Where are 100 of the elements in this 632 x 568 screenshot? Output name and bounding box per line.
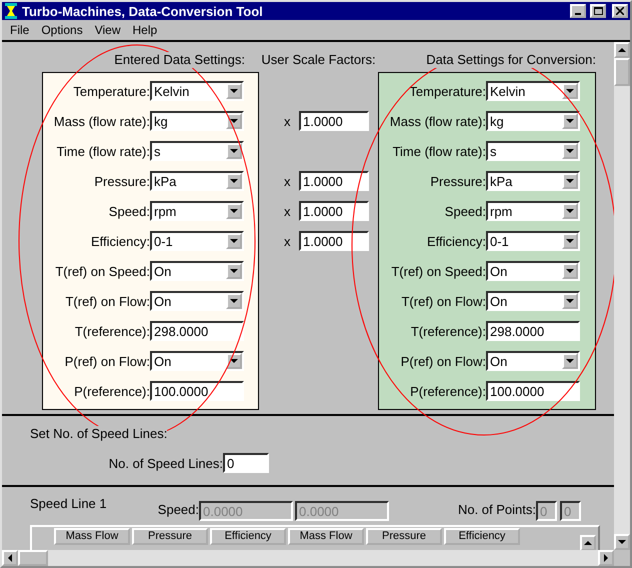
close-icon	[616, 7, 624, 15]
caret-icon	[230, 87, 238, 95]
multiply-sign: x	[284, 204, 292, 218]
field-label: Efficiency:	[426, 234, 486, 248]
caret-icon	[230, 237, 238, 245]
caret-icon	[566, 207, 574, 215]
panel-heading: Entered Data Settings:	[114, 52, 245, 68]
column-header[interactable]: Mass Flow	[288, 528, 364, 545]
maximize-button[interactable]	[590, 4, 606, 18]
field-label: T(reference):	[74, 324, 150, 338]
unit-dropdown[interactable]: On	[150, 291, 244, 311]
field-label: Speed:	[156, 501, 199, 517]
unit-dropdown[interactable]: kPa	[486, 171, 580, 191]
dropdown-button[interactable]	[226, 293, 242, 309]
field-label: P(ref) on Flow:	[400, 354, 486, 368]
speed-lines-field[interactable]: 0	[223, 453, 269, 473]
minimize-button[interactable]	[570, 4, 586, 18]
scroll-thumb[interactable]	[614, 58, 630, 86]
menu-item[interactable]: Help	[126, 23, 164, 37]
caret-icon	[230, 297, 238, 305]
dropdown-button[interactable]	[226, 173, 242, 189]
field-label: T(ref) on Flow:	[400, 294, 486, 308]
section-heading: Set No. of Speed Lines:	[30, 426, 168, 441]
dropdown-button[interactable]	[226, 203, 242, 219]
column-header[interactable]: Efficiency	[444, 528, 520, 545]
field-label: T(ref) on Speed:	[54, 264, 150, 278]
field-label: Temperature:	[72, 84, 150, 98]
field-label: Efficiency:	[90, 234, 150, 248]
unit-dropdown[interactable]: On	[486, 291, 580, 311]
dropdown-button[interactable]	[562, 263, 578, 279]
value-field[interactable]: 298.0000	[486, 321, 580, 341]
scroll-right-button[interactable]	[598, 550, 614, 566]
down-arrow-icon	[618, 538, 626, 546]
field-label: P(reference):	[409, 384, 486, 398]
column-header[interactable]: Pressure	[132, 528, 208, 545]
scale-factor-field[interactable]: 1.0000	[299, 231, 369, 251]
unit-dropdown[interactable]: On	[486, 261, 580, 281]
dropdown-button[interactable]	[226, 233, 242, 249]
multiply-sign: x	[284, 114, 292, 128]
unit-dropdown[interactable]: rpm	[150, 201, 244, 221]
caret-icon	[566, 87, 574, 95]
unit-dropdown[interactable]: 0-1	[150, 231, 244, 251]
column-header[interactable]: Mass Flow	[54, 528, 130, 545]
value-field[interactable]: 100.0000	[486, 381, 580, 401]
dropdown-button[interactable]	[226, 263, 242, 279]
dropdown-button[interactable]	[562, 113, 578, 129]
unit-dropdown[interactable]: kPa	[150, 171, 244, 191]
menu-item[interactable]: File	[4, 23, 36, 37]
scale-factor-field[interactable]: 1.0000	[299, 111, 369, 131]
column-header[interactable]: Efficiency	[210, 528, 286, 545]
dropdown-button[interactable]	[562, 233, 578, 249]
field-label: Pressure:	[93, 174, 150, 188]
column-header[interactable]: Pressure	[366, 528, 442, 545]
unit-dropdown[interactable]: Kelvin	[150, 81, 244, 101]
dropdown-button[interactable]	[562, 293, 578, 309]
caret-icon	[230, 147, 238, 155]
unit-dropdown[interactable]: On	[486, 351, 580, 371]
caret-icon	[566, 237, 574, 245]
dropdown-button[interactable]	[226, 353, 242, 369]
caret-icon	[230, 117, 238, 125]
vertical-scrollbar[interactable]	[614, 42, 630, 550]
field-label: T(reference):	[410, 324, 486, 338]
dropdown-button[interactable]	[562, 83, 578, 99]
scroll-left-button[interactable]	[2, 550, 18, 566]
dropdown-button[interactable]	[226, 113, 242, 129]
field-label: Temperature:	[408, 84, 486, 98]
unit-dropdown[interactable]: On	[150, 261, 244, 281]
unit-dropdown[interactable]: s	[150, 141, 244, 161]
value-field[interactable]: 100.0000	[150, 381, 244, 401]
value-field[interactable]: 298.0000	[150, 321, 244, 341]
menu-item[interactable]: View	[88, 23, 126, 37]
dropdown-button[interactable]	[562, 143, 578, 159]
right-arrow-icon	[602, 554, 610, 562]
scroll-down-button[interactable]	[614, 534, 630, 550]
caret-icon	[230, 177, 238, 185]
unit-dropdown[interactable]: Kelvin	[486, 81, 580, 101]
unit-dropdown[interactable]: kg	[486, 111, 580, 131]
scale-factor-field[interactable]: 1.0000	[299, 171, 369, 191]
dropdown-button[interactable]	[562, 203, 578, 219]
field-label: No. of Speed Lines:	[108, 456, 223, 470]
dropdown-button[interactable]	[562, 173, 578, 189]
scroll-up-button[interactable]	[614, 42, 630, 58]
unit-dropdown[interactable]: 0-1	[486, 231, 580, 251]
unit-dropdown[interactable]: s	[486, 141, 580, 161]
scale-factor-field[interactable]: 1.0000	[299, 201, 369, 221]
unit-dropdown[interactable]: kg	[150, 111, 244, 131]
scroll-up-button[interactable]	[580, 535, 596, 550]
unit-dropdown[interactable]: rpm	[486, 201, 580, 221]
unit-dropdown[interactable]: On	[150, 351, 244, 371]
dropdown-button[interactable]	[226, 83, 242, 99]
menu-item[interactable]: Options	[35, 23, 89, 37]
dropdown-button[interactable]	[562, 353, 578, 369]
field-label: T(ref) on Flow:	[64, 294, 150, 308]
dropdown-button[interactable]	[226, 143, 242, 159]
maximize-icon	[594, 7, 602, 15]
field-label: Pressure:	[429, 174, 486, 188]
scroll-thumb[interactable]	[18, 550, 48, 566]
horizontal-scrollbar[interactable]	[2, 550, 614, 566]
close-button[interactable]	[612, 4, 628, 18]
field-label: Mass (flow rate):	[388, 114, 486, 128]
